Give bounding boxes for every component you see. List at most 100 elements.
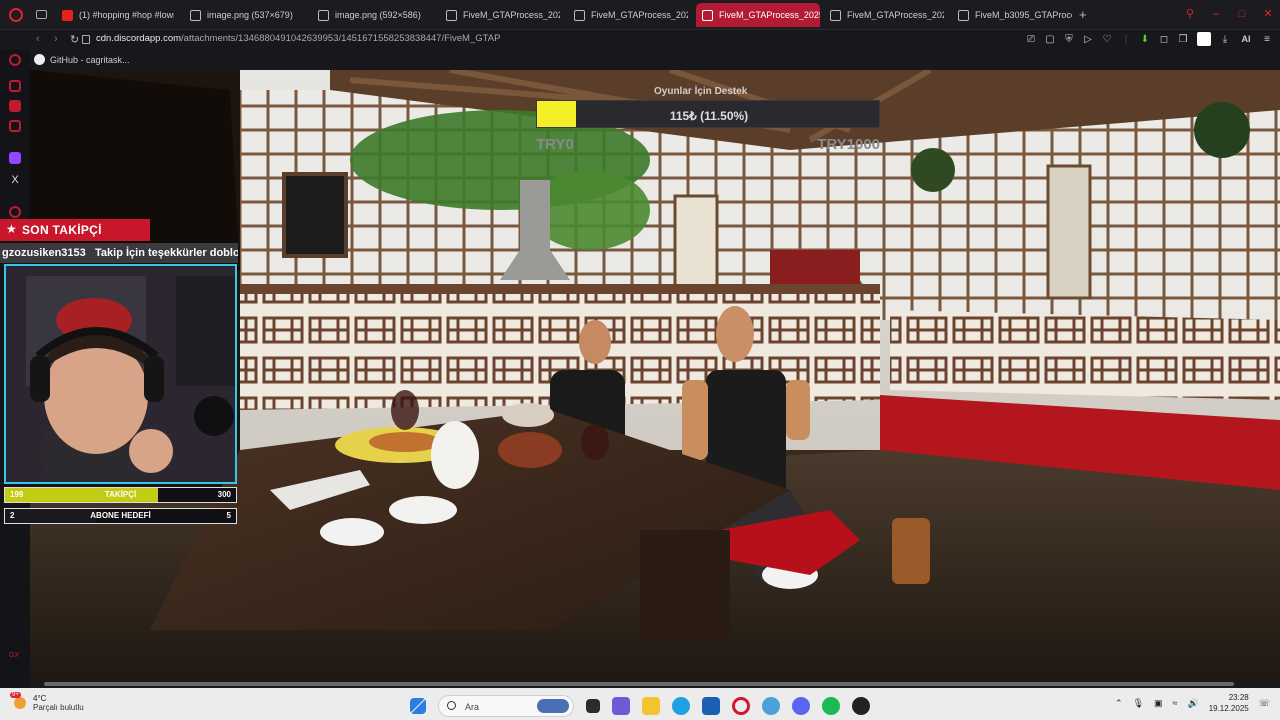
character-right-head <box>716 306 754 362</box>
wifi-icon[interactable]: ≈ <box>1173 698 1178 708</box>
download-arrow-icon[interactable]: ⬇ <box>1140 34 1150 45</box>
system-tray: ⌃ 🎙 ▣ ≈ 🔊 23:28 19.12.2025 ☏ <box>1115 692 1270 714</box>
play-icon[interactable]: ▷ <box>1083 34 1093 45</box>
tab-label: image.png (537×679) <box>207 10 293 20</box>
tab-1[interactable]: image.png (537×679) <box>184 3 296 27</box>
file-explorer-icon[interactable] <box>642 697 660 715</box>
messenger-icon[interactable] <box>9 100 21 112</box>
tab-4[interactable]: FiveM_GTAProcess_2025 <box>568 3 688 27</box>
close-icon[interactable]: ✕ <box>1262 8 1274 20</box>
hanging-plant <box>1194 102 1250 158</box>
salad-plate <box>389 496 457 524</box>
opera-gx-icon[interactable] <box>732 697 750 715</box>
weather-widget[interactable]: 9+ 4°C Parçalı bulutlu <box>10 692 84 713</box>
document-icon <box>958 9 969 21</box>
extensions-icon[interactable]: ◻ <box>1159 34 1169 45</box>
microphone-icon[interactable]: 🎙 <box>1133 698 1144 709</box>
gx-icon[interactable]: GX <box>9 650 21 662</box>
cube-icon[interactable]: ❒ <box>1178 34 1188 45</box>
donation-progress-bar: 115₺ (11.50%) <box>536 100 880 128</box>
windows-start-icon[interactable] <box>410 698 426 714</box>
tab-6[interactable]: FiveM_GTAProcess_2025 <box>824 3 944 27</box>
last-follower-username: gzozusiken3153 <box>2 247 86 259</box>
bookmarks-bar: GitHub - cagritask... <box>30 50 1280 70</box>
tab-label: FiveM_GTAProcess_2025 <box>463 10 560 20</box>
white-jug <box>431 421 479 489</box>
youtube-icon <box>62 9 73 21</box>
opera-logo-icon[interactable] <box>9 8 23 22</box>
donation-max-label: TRY1000 <box>817 136 880 153</box>
reload-icon[interactable]: ↻ <box>70 33 79 46</box>
tab-label: FiveM_GTAProcess_2025 <box>847 10 944 20</box>
twitch-icon[interactable] <box>9 152 21 164</box>
edge-icon[interactable] <box>672 697 690 715</box>
horizontal-scrollbar[interactable] <box>30 680 1280 688</box>
clock[interactable]: 23:28 19.12.2025 <box>1209 692 1249 714</box>
clock-time: 23:28 <box>1228 693 1249 702</box>
tab-2[interactable]: image.png (592×586) <box>312 3 424 27</box>
tab-3[interactable]: FiveM_GTAProcess_2025 <box>440 3 560 27</box>
taskbar-search[interactable]: Ara <box>438 695 574 717</box>
follower-goal-label: TAKİPÇİ <box>104 490 137 499</box>
volume-icon[interactable]: 🔊 <box>1187 698 1198 709</box>
task-view-icon[interactable] <box>586 699 600 713</box>
back-icon[interactable]: ‹ <box>36 33 40 45</box>
network-icon[interactable]: ▣ <box>1154 698 1163 709</box>
x-twitter-icon[interactable]: X <box>9 174 21 186</box>
railing <box>890 310 1280 400</box>
tab-label: (1) #hopping #hop #lowrid <box>79 10 174 20</box>
obs-icon[interactable] <box>852 697 870 715</box>
weather-cloud-icon: 9+ <box>10 692 28 710</box>
screenshot-icon[interactable]: ▢ <box>1045 34 1055 45</box>
lock-icon <box>82 35 90 44</box>
forward-icon[interactable]: › <box>54 33 58 45</box>
notification-bell-icon[interactable]: ☏ <box>1259 698 1270 709</box>
donation-title: Oyunlar İçin Destek <box>654 86 748 97</box>
star-icon: ★ <box>6 222 17 236</box>
settings-gear-icon[interactable] <box>762 697 780 715</box>
tab-7[interactable]: FiveM_b3095_GTAProces <box>952 3 1072 27</box>
ai-assistant-icon[interactable] <box>9 80 21 92</box>
wall-scroll <box>673 194 719 298</box>
webcam-image <box>6 266 235 482</box>
profile-icon[interactable] <box>1197 32 1211 46</box>
bookmark-github[interactable]: GitHub - cagritask... <box>34 54 130 65</box>
ai-button[interactable]: AI <box>1239 34 1253 44</box>
teams-icon[interactable] <box>612 697 630 715</box>
basket <box>502 403 554 427</box>
url-field[interactable]: cdn.discordapp.com/attachments/134688049… <box>96 33 506 44</box>
document-icon <box>446 9 457 21</box>
url-host: cdn.discordapp.com <box>96 33 182 44</box>
search-placeholder: Ara <box>465 702 480 712</box>
spotify-icon[interactable] <box>822 697 840 715</box>
menu-icon[interactable]: ≡ <box>1262 34 1272 45</box>
news-icon[interactable] <box>9 120 21 132</box>
snapshot-icon[interactable]: ⎚ <box>1026 34 1036 45</box>
separator: | <box>1124 33 1128 45</box>
aria-icon[interactable] <box>9 54 21 66</box>
tab-0[interactable]: (1) #hopping #hop #lowrid <box>56 3 174 27</box>
search-tabs-icon[interactable]: ⚲ <box>1184 8 1196 20</box>
music-icon[interactable] <box>9 206 21 218</box>
tab-island-icon[interactable] <box>36 10 47 19</box>
new-tab-button[interactable]: + <box>1079 8 1087 22</box>
soup-bowl <box>498 432 562 468</box>
weather-desc: Parçalı bulutlu <box>33 703 84 712</box>
document-icon <box>830 9 841 21</box>
minimize-icon[interactable]: – <box>1210 8 1222 20</box>
store-icon[interactable] <box>702 697 720 715</box>
tab-5-active[interactable]: FiveM_GTAProcess_2025 <box>696 3 820 27</box>
character-right-arm <box>682 380 708 460</box>
discord-icon[interactable] <box>792 697 810 715</box>
browser-tab-bar: (1) #hopping #hop #lowrid image.png (537… <box>0 0 1280 30</box>
menu-chalkboard <box>282 172 348 258</box>
subscriber-goal-target: 5 <box>226 511 231 520</box>
maximize-icon[interactable]: □ <box>1236 8 1248 20</box>
scrollbar-thumb[interactable] <box>44 682 1234 686</box>
wine-glass <box>391 390 419 430</box>
heart-icon[interactable]: ♡ <box>1102 34 1112 45</box>
download-icon[interactable]: ⤓ <box>1220 34 1230 45</box>
chevron-up-icon[interactable]: ⌃ <box>1115 698 1123 709</box>
browser-toolbar: ⎚ ▢ ⛨ ▷ ♡ | ⬇ ◻ ❒ ⤓ AI ≡ <box>1026 32 1272 46</box>
shield-icon[interactable]: ⛨ <box>1064 34 1074 45</box>
